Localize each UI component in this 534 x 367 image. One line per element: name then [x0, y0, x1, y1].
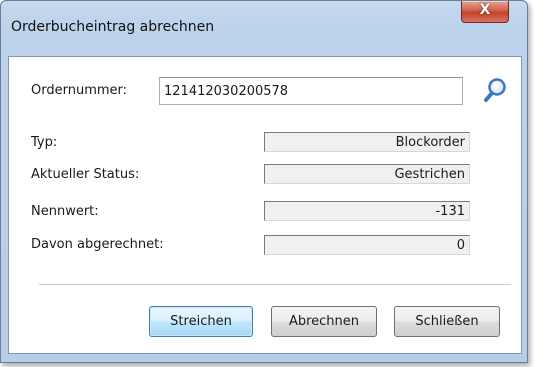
divider	[39, 284, 511, 285]
abgerechnet-value: 0	[264, 235, 470, 255]
streichen-button[interactable]: Streichen	[149, 306, 253, 337]
close-icon: X	[479, 2, 491, 18]
ordernummer-input[interactable]	[159, 77, 463, 105]
typ-value: Blockorder	[264, 132, 470, 152]
nennwert-value: -131	[264, 201, 470, 221]
schliessen-button[interactable]: Schließen	[394, 306, 500, 337]
close-button[interactable]: X	[461, 1, 509, 23]
status-label: Aktueller Status:	[31, 167, 140, 182]
window-title: Orderbucheintrag abrechnen	[11, 19, 215, 35]
search-icon[interactable]	[480, 75, 508, 105]
typ-label: Typ:	[31, 135, 58, 150]
dialog-window: Orderbucheintrag abrechnen X Ordernummer…	[0, 0, 528, 363]
dialog-content: Ordernummer: Typ: Blockorder Aktueller S…	[8, 56, 522, 354]
abgerechnet-label: Davon abgerechnet:	[31, 237, 164, 252]
nennwert-label: Nennwert:	[31, 204, 99, 219]
abrechnen-button[interactable]: Abrechnen	[271, 306, 377, 337]
ordernummer-label: Ordernummer:	[31, 83, 128, 98]
status-value: Gestrichen	[264, 164, 470, 184]
